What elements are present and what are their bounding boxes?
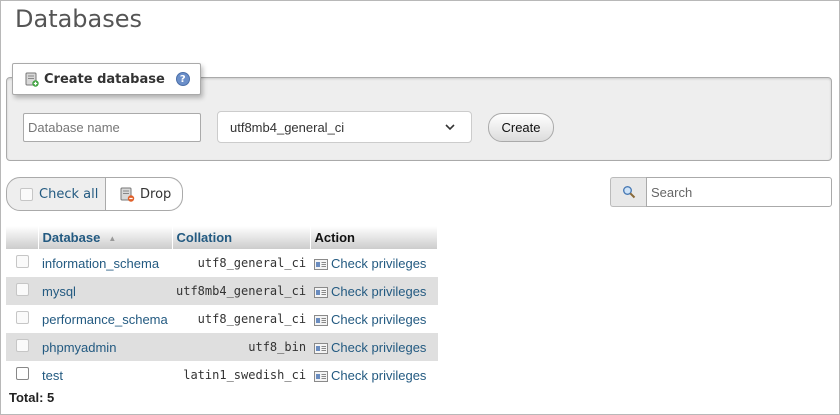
- collation-select[interactable]: utf8mb4_general_ci: [217, 111, 472, 143]
- table-row: phpmyadmin utf8_bin Check privileges: [6, 333, 438, 361]
- drop-label: Drop: [140, 186, 172, 202]
- database-link[interactable]: performance_schema: [38, 305, 172, 333]
- table-row: mysql utf8mb4_general_ci Check privilege…: [6, 277, 438, 305]
- check-privileges-link[interactable]: Check privileges: [310, 277, 438, 305]
- search-button[interactable]: [610, 177, 646, 207]
- row-checkbox[interactable]: [15, 255, 29, 268]
- search-input[interactable]: [646, 177, 832, 207]
- check-privileges-label: Check privileges: [331, 339, 427, 355]
- check-privileges-label: Check privileges: [331, 283, 427, 299]
- database-column-header[interactable]: Database ▲: [38, 226, 173, 249]
- chevron-down-icon: [445, 124, 455, 131]
- privileges-icon: [314, 286, 329, 298]
- check-all-toggle[interactable]: Check all: [7, 178, 105, 210]
- table-row: performance_schema utf8_general_ci Check…: [6, 305, 438, 333]
- help-icon[interactable]: ?: [175, 72, 190, 86]
- row-checkbox[interactable]: [15, 339, 29, 352]
- privileges-icon: [314, 258, 329, 270]
- row-checkbox[interactable]: [15, 367, 29, 380]
- check-privileges-link[interactable]: Check privileges: [310, 249, 438, 277]
- database-drop-icon: [120, 187, 135, 202]
- table-header-row: Database ▲ Collation Action: [6, 226, 439, 249]
- select-column-header: [6, 226, 39, 249]
- create-button[interactable]: Create: [488, 113, 554, 142]
- collation-select-value: utf8mb4_general_ci: [230, 119, 345, 135]
- action-header-label: Action: [314, 230, 355, 245]
- check-privileges-label: Check privileges: [331, 311, 427, 327]
- search-icon: [622, 186, 635, 199]
- collation-column-header[interactable]: Collation: [172, 226, 311, 249]
- check-all-checkbox[interactable]: [20, 187, 33, 201]
- create-database-title: Create database: [44, 71, 165, 87]
- database-link[interactable]: information_schema: [38, 249, 172, 277]
- page-title: Databases: [15, 5, 143, 33]
- check-privileges-label: Check privileges: [331, 255, 427, 271]
- collation-cell: utf8_general_ci: [172, 249, 311, 277]
- collation-header-label: Collation: [176, 230, 233, 245]
- action-column-header: Action: [310, 226, 439, 249]
- collation-cell: latin1_swedish_ci: [172, 361, 311, 389]
- privileges-icon: [314, 370, 329, 382]
- sort-ascending-icon: ▲: [108, 234, 117, 243]
- table-row: test latin1_swedish_ci Check privileges: [6, 361, 438, 389]
- database-link[interactable]: phpmyadmin: [38, 333, 172, 361]
- collation-cell: utf8mb4_general_ci: [172, 277, 311, 305]
- database-link[interactable]: mysql: [38, 277, 172, 305]
- privileges-icon: [314, 342, 329, 354]
- bulk-actions: Check all Drop: [6, 177, 183, 211]
- privileges-icon: [314, 314, 329, 326]
- create-database-legend: Create database ?: [12, 63, 201, 95]
- database-name-input[interactable]: [23, 113, 201, 142]
- check-privileges-link[interactable]: Check privileges: [310, 361, 438, 389]
- collation-cell: utf8_general_ci: [172, 305, 311, 333]
- database-add-icon: [25, 72, 39, 87]
- drop-button[interactable]: Drop: [105, 178, 182, 210]
- collation-cell: utf8_bin: [172, 333, 311, 361]
- row-checkbox[interactable]: [15, 311, 29, 324]
- database-link[interactable]: test: [38, 361, 172, 389]
- search-box: [610, 177, 832, 207]
- table-row: information_schema utf8_general_ci Check…: [6, 249, 438, 277]
- check-privileges-link[interactable]: Check privileges: [310, 305, 438, 333]
- check-privileges-link[interactable]: Check privileges: [310, 333, 438, 361]
- check-privileges-label: Check privileges: [331, 367, 427, 383]
- total-count: Total: 5: [9, 390, 55, 405]
- database-header-label: Database: [42, 230, 101, 245]
- databases-table: Database ▲ Collation Action information_s…: [6, 226, 439, 389]
- check-all-label: Check all: [39, 186, 99, 202]
- row-checkbox[interactable]: [15, 283, 29, 296]
